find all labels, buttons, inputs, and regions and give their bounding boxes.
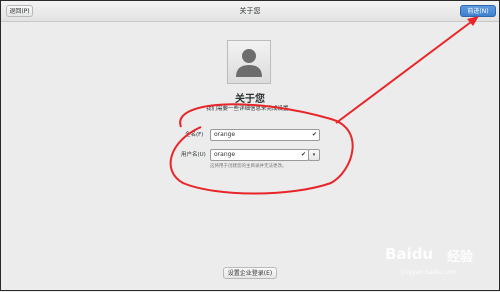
- watermark-brand: Baidu: [385, 245, 434, 263]
- watermark-url: jingyan.baidu.com: [401, 269, 457, 276]
- fullname-value: orange: [214, 131, 236, 138]
- username-dropdown-button[interactable]: ▾: [308, 149, 320, 161]
- username-label: 用户名(U): [181, 152, 206, 158]
- chevron-down-icon: ▾: [312, 152, 316, 158]
- fullname-label: 全名(F): [185, 132, 204, 138]
- next-button[interactable]: 前进(N): [460, 5, 496, 17]
- page-title: 关于您: [235, 94, 265, 105]
- watermark-text: 经验: [447, 250, 474, 265]
- username-field[interactable]: orange ✔: [210, 149, 309, 161]
- username-value: orange: [214, 151, 236, 158]
- setup-window: 退回(P) 关于您 前进(N) 关于您 我们需要一些详细信息来完成设置。 全名(…: [0, 0, 500, 291]
- user-icon: [236, 49, 262, 77]
- check-icon: ✔: [300, 151, 306, 158]
- header-bar: 退回(P) 关于您 前进(N): [1, 1, 499, 22]
- watermark: Baidu 经验 jingyan.baidu.com: [385, 245, 495, 285]
- username-hint: 这将用于创建您的主目录并无法更改。: [210, 164, 287, 169]
- window-title: 关于您: [239, 7, 261, 15]
- avatar-button[interactable]: [227, 40, 271, 84]
- page-subtitle: 我们需要一些详细信息来完成设置。: [205, 106, 294, 112]
- fullname-field[interactable]: orange ✔: [210, 129, 320, 141]
- enterprise-login-button[interactable]: 设置企业登录(E): [223, 267, 277, 279]
- check-icon: ✔: [311, 131, 317, 138]
